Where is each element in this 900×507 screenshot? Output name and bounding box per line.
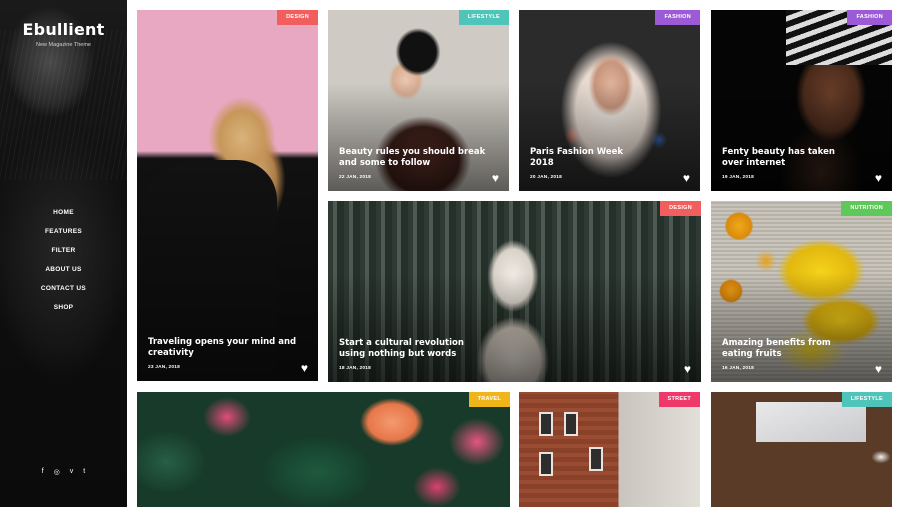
category-badge[interactable]: FASHION [655, 10, 700, 25]
building-window [564, 412, 578, 436]
nav-item-shop[interactable]: SHOP [0, 298, 127, 317]
category-badge[interactable]: LIFESTYLE [841, 392, 892, 407]
post-date: 22 JAN, 2018 [339, 175, 372, 180]
building-window [539, 452, 553, 476]
heart-icon[interactable]: ♥ [301, 362, 308, 374]
heart-icon[interactable]: ♥ [683, 172, 690, 184]
post-card[interactable]: NUTRITION Amazing benefits from eating f… [711, 201, 892, 382]
post-date: 19 JAN, 2018 [722, 175, 755, 180]
post-card[interactable]: DESIGN Traveling opens your mind and cre… [137, 10, 318, 381]
twitter-icon[interactable]: t [83, 468, 85, 476]
category-badge[interactable]: FASHION [847, 10, 892, 25]
post-card[interactable]: FASHION Fenty beauty has taken over inte… [711, 10, 892, 191]
heart-icon[interactable]: ♥ [875, 363, 882, 375]
category-badge[interactable]: TRAVEL [468, 392, 510, 407]
facebook-icon[interactable]: f [42, 468, 44, 476]
post-card[interactable]: STREET [519, 392, 700, 507]
building-window [539, 412, 553, 436]
post-title[interactable]: Beauty rules you should break and some t… [339, 147, 494, 169]
category-badge[interactable]: DESIGN [277, 10, 318, 25]
vimeo-icon[interactable]: v [70, 468, 74, 476]
sidebar-background-photo [0, 30, 127, 180]
category-badge[interactable]: LIFESTYLE [458, 10, 509, 25]
building-window [589, 447, 603, 471]
post-date: 18 JAN, 2018 [339, 366, 372, 371]
post-title[interactable]: Amazing benefits from eating fruits [722, 338, 832, 360]
post-date: 16 JAN, 2018 [722, 366, 755, 371]
post-title[interactable]: Start a cultural revolution using nothin… [339, 338, 489, 360]
heart-icon[interactable]: ♥ [875, 172, 882, 184]
nav-item-home[interactable]: HOME [0, 203, 127, 222]
social-links: f ◎ v t [0, 468, 127, 476]
post-card[interactable]: TRAVEL [137, 392, 510, 507]
post-card[interactable]: DESIGN Start a cultural revolution using… [328, 201, 701, 382]
post-card[interactable]: LIFESTYLE [711, 392, 892, 507]
post-card[interactable]: LIFESTYLE Beauty rules you should break … [328, 10, 509, 191]
main-nav: HOME FEATURES FILTER ABOUT US CONTACT US… [0, 203, 127, 317]
nav-item-contact-us[interactable]: CONTACT US [0, 279, 127, 298]
image-overlay [328, 273, 701, 382]
category-badge[interactable]: STREET [658, 392, 700, 407]
post-title[interactable]: Paris Fashion Week 2018 [530, 147, 630, 169]
heart-icon[interactable]: ♥ [684, 363, 691, 375]
site-logo[interactable]: Ebullient [0, 20, 127, 39]
post-card[interactable]: FASHION Paris Fashion Week 2018 20 JAN, … [519, 10, 700, 191]
post-date: 20 JAN, 2018 [530, 175, 563, 180]
category-badge[interactable]: DESIGN [660, 201, 701, 216]
nav-item-filter[interactable]: FILTER [0, 241, 127, 260]
heart-icon[interactable]: ♥ [492, 172, 499, 184]
category-badge[interactable]: NUTRITION [841, 201, 892, 216]
post-title[interactable]: Traveling opens your mind and creativity [148, 337, 298, 359]
site-tagline: New Magazine Theme [36, 42, 91, 48]
nav-item-features[interactable]: FEATURES [0, 222, 127, 241]
nav-item-about-us[interactable]: ABOUT US [0, 260, 127, 279]
instagram-icon[interactable]: ◎ [54, 468, 60, 476]
sidebar: Ebullient New Magazine Theme HOME FEATUR… [0, 0, 127, 507]
post-title[interactable]: Fenty beauty has taken over internet [722, 147, 847, 169]
post-date: 23 JAN, 2018 [148, 365, 181, 370]
